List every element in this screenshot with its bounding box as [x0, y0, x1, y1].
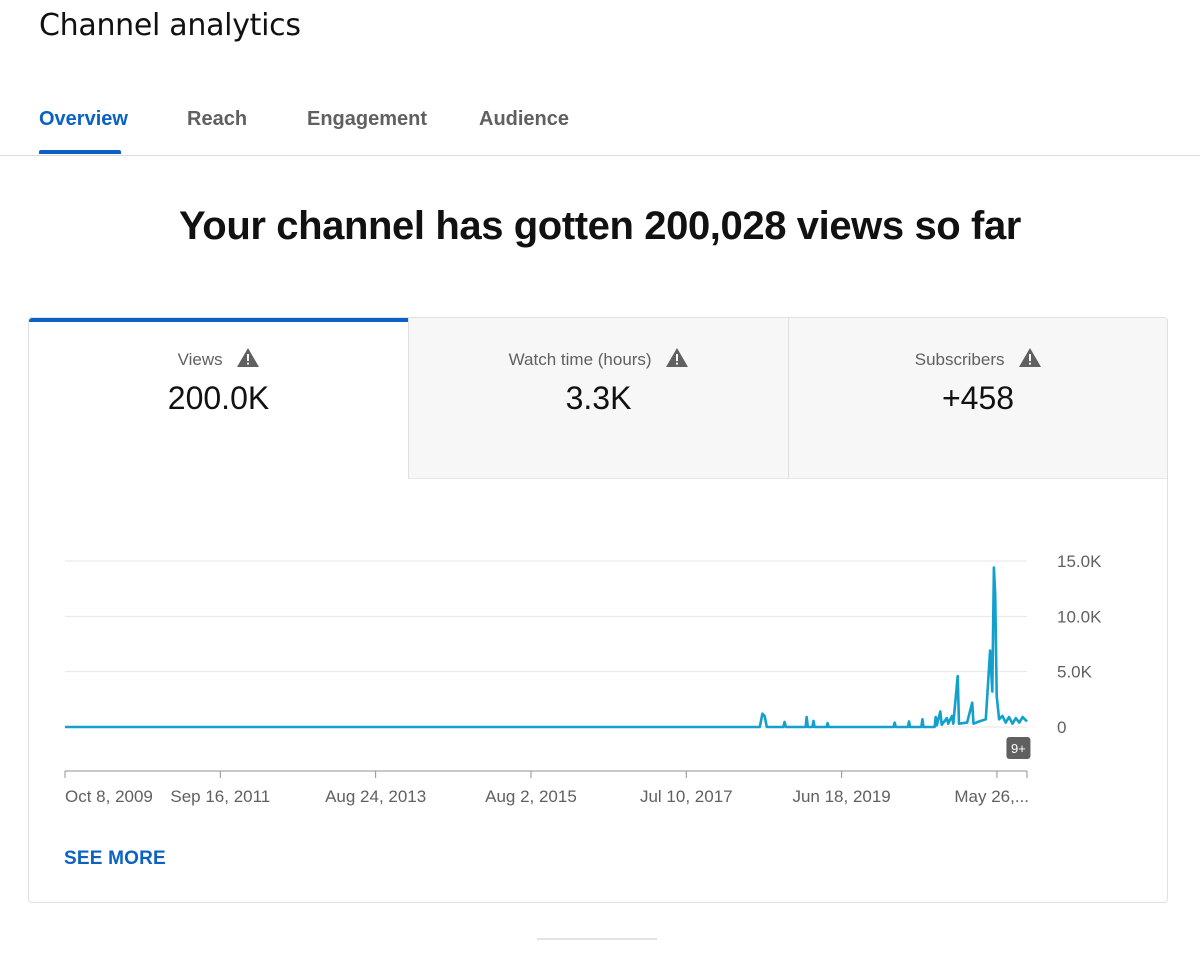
metric-label-text: Views: [177, 350, 223, 369]
y-tick-label: 10.0K: [1057, 607, 1102, 626]
warning-icon[interactable]: [666, 348, 689, 367]
tab-bar: Overview Reach Engagement Audience: [0, 90, 1200, 156]
tab-overview[interactable]: Overview: [39, 108, 128, 131]
x-tick-label: Aug 2, 2015: [485, 787, 577, 806]
metric-value: 200.0K: [167, 380, 270, 416]
see-more-link[interactable]: SEE MORE: [64, 848, 166, 870]
x-tick-label: Aug 24, 2013: [325, 787, 426, 806]
selected-metric-bar: [29, 318, 408, 322]
x-tick-label: May 26,...: [954, 787, 1029, 806]
views-series-line: [65, 566, 1028, 729]
warning-icon[interactable]: [1019, 348, 1042, 367]
tab-reach[interactable]: Reach: [187, 108, 247, 131]
metric-label: Views: [29, 348, 408, 370]
metric-label: Subscribers: [789, 348, 1167, 370]
views-line-chart: 15.0K 10.0K 5.0K 0 Oct 8, 2009 Sep 16, 2011 Au…: [64, 552, 1102, 806]
metric-value: 3.3K: [565, 380, 632, 416]
metric-label: Watch time (hours): [409, 348, 788, 370]
metric-watch-time[interactable]: Watch time (hours) 3.3K: [408, 318, 788, 479]
warning-icon[interactable]: [237, 348, 260, 367]
metric-label-text: Subscribers: [914, 350, 1005, 369]
tab-engagement[interactable]: Engagement: [307, 108, 427, 131]
metric-subscribers[interactable]: Subscribers +458: [788, 318, 1167, 479]
x-tick-label: Jul 10, 2017: [640, 787, 733, 806]
views-headline: Your channel has gotten 200,028 views so…: [179, 204, 1021, 248]
tab-audience[interactable]: Audience: [479, 108, 569, 131]
bottom-sheet-handle: [537, 938, 657, 940]
page-title: Channel analytics: [39, 8, 301, 43]
metric-label-text: Watch time (hours): [508, 350, 652, 369]
views-chart-area: 15.0K 10.0K 5.0K 0 Oct 8, 2009 Sep 16, 2011 Au…: [29, 479, 1167, 859]
annotation-badge-label: 9+: [1011, 741, 1026, 756]
x-tick-label: Sep 16, 2011: [170, 787, 270, 806]
y-tick-label: 5.0K: [1057, 663, 1093, 682]
active-tab-indicator: [39, 150, 121, 154]
x-tick-label: Oct 8, 2009: [65, 787, 153, 806]
metrics-card: Views 200.0K Watch time (hours) 3.3K Sub…: [28, 317, 1168, 903]
metric-value: +458: [941, 380, 1015, 416]
x-tick-label: Jun 18, 2019: [792, 787, 890, 806]
y-tick-label: 0: [1057, 718, 1066, 737]
metric-views[interactable]: Views 200.0K: [29, 318, 408, 479]
y-tick-label: 15.0K: [1057, 552, 1102, 571]
